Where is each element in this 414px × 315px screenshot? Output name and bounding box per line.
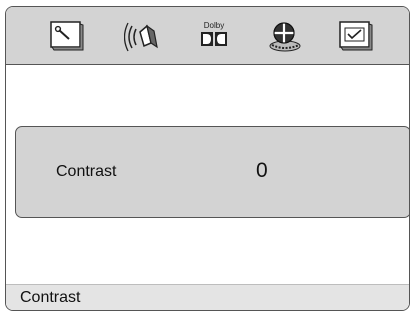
status-bar: Contrast [6,284,409,310]
dolby-icon[interactable]: Dolby [195,19,233,53]
dolby-icon-text: Dolby [204,21,224,30]
contrast-setting-panel[interactable]: Contrast 0 [15,126,409,218]
audio-speaker-icon[interactable] [124,19,162,53]
menu-icon-bar: Dolby [6,7,409,65]
setting-value[interactable]: 0 [256,159,268,183]
status-text: Contrast [20,289,81,306]
video-film-icon[interactable] [266,19,304,53]
preference-check-icon[interactable] [337,19,375,53]
setup-menu-window: Dolby Contrast 0 Contrast [5,6,410,311]
setting-label: Contrast [56,163,117,180]
general-setup-icon[interactable] [48,19,86,53]
